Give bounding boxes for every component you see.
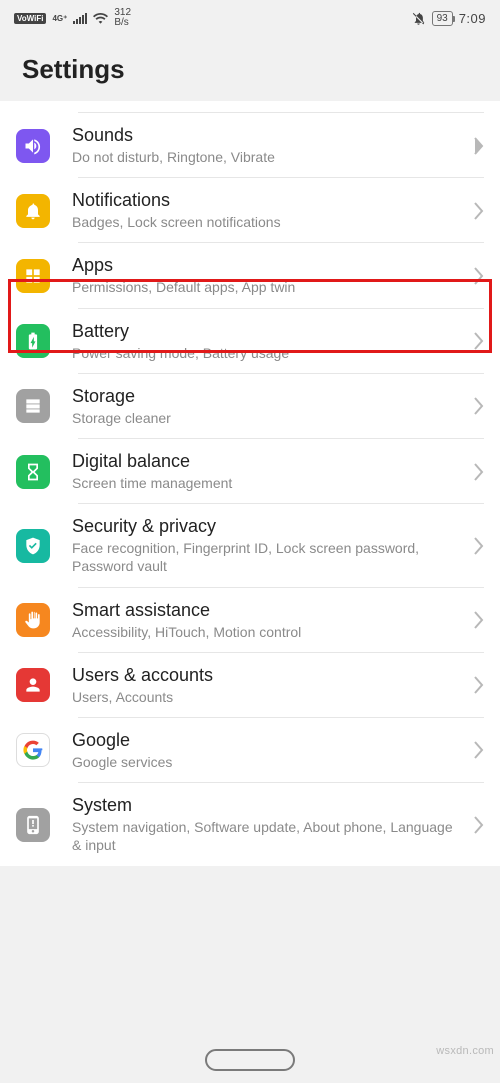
shield-icon (16, 529, 50, 563)
chevron-right-icon (474, 611, 484, 629)
digital-balance-icon (16, 455, 50, 489)
item-title: Battery (72, 321, 464, 342)
item-subtitle: Users, Accounts (72, 688, 464, 706)
item-subtitle: Face recognition, Fingerprint ID, Lock s… (72, 539, 464, 575)
status-bar: VoWiFi 4G⁺ 312 B/s 93 7:09 (0, 0, 500, 32)
settings-item-sounds[interactable]: Sounds Do not disturb, Ringtone, Vibrate (0, 113, 500, 178)
item-subtitle: Power saving mode, Battery usage (72, 344, 464, 362)
chevron-right-icon (474, 816, 484, 834)
settings-item-battery[interactable]: Battery Power saving mode, Battery usage (0, 309, 500, 374)
hand-icon (16, 603, 50, 637)
header: Settings (0, 32, 500, 101)
do-not-disturb-icon (411, 11, 426, 26)
clock: 7:09 (459, 11, 486, 26)
signal-4g-label: 4G⁺ (52, 14, 67, 23)
item-title: Google (72, 730, 464, 751)
item-title: Sounds (72, 125, 464, 146)
vowifi-badge: VoWiFi (14, 13, 46, 24)
chevron-right-icon (474, 267, 484, 285)
item-subtitle: Screen time management (72, 474, 464, 492)
settings-item-users-accounts[interactable]: Users & accounts Users, Accounts (0, 653, 500, 718)
item-subtitle: Google services (72, 753, 464, 771)
sounds-icon (16, 129, 50, 163)
item-title: Apps (72, 255, 464, 276)
item-subtitle: Permissions, Default apps, App twin (72, 278, 464, 296)
settings-item-google[interactable]: Google Google services (0, 718, 500, 783)
system-icon (16, 808, 50, 842)
chevron-right-icon (474, 463, 484, 481)
watermark: wsxdn.com (436, 1045, 494, 1057)
chevron-right-icon (474, 397, 484, 415)
google-icon (16, 733, 50, 767)
settings-item-storage[interactable]: Storage Storage cleaner (0, 374, 500, 439)
item-subtitle: Accessibility, HiTouch, Motion control (72, 623, 464, 641)
chevron-right-icon (474, 332, 484, 350)
page-title: Settings (22, 54, 478, 85)
settings-item-smart-assistance[interactable]: Smart assistance Accessibility, HiTouch,… (0, 588, 500, 653)
item-subtitle: System navigation, Software update, Abou… (72, 818, 464, 854)
settings-item-system[interactable]: System System navigation, Software updat… (0, 783, 500, 866)
storage-icon (16, 389, 50, 423)
settings-list: Sounds Do not disturb, Ringtone, Vibrate… (0, 101, 500, 866)
chevron-right-icon (474, 741, 484, 759)
item-title: Users & accounts (72, 665, 464, 686)
item-subtitle: Storage cleaner (72, 409, 464, 427)
settings-item-digital-balance[interactable]: Digital balance Screen time management (0, 439, 500, 504)
notifications-icon (16, 194, 50, 228)
item-title: System (72, 795, 464, 816)
cutoff-row (78, 101, 484, 113)
item-title: Security & privacy (72, 516, 464, 537)
item-title: Notifications (72, 190, 464, 211)
person-icon (16, 668, 50, 702)
apps-icon (16, 259, 50, 293)
item-title: Storage (72, 386, 464, 407)
settings-item-security[interactable]: Security & privacy Face recognition, Fin… (0, 504, 500, 587)
cellular-signal-icon (73, 13, 87, 24)
home-gesture-pill[interactable] (205, 1049, 295, 1071)
chevron-right-icon (474, 537, 484, 555)
chevron-right-icon (474, 202, 484, 220)
item-title: Smart assistance (72, 600, 464, 621)
item-title: Digital balance (72, 451, 464, 472)
battery-indicator: 93 (432, 11, 453, 26)
item-subtitle: Do not disturb, Ringtone, Vibrate (72, 148, 464, 166)
chevron-right-icon (474, 676, 484, 694)
item-subtitle: Badges, Lock screen notifications (72, 213, 464, 231)
net-speed: 312 B/s (114, 8, 131, 28)
settings-item-notifications[interactable]: Notifications Badges, Lock screen notifi… (0, 178, 500, 243)
wifi-icon (93, 12, 108, 24)
settings-item-apps[interactable]: Apps Permissions, Default apps, App twin (0, 243, 500, 308)
battery-icon (16, 324, 50, 358)
chevron-right-icon (474, 137, 484, 155)
